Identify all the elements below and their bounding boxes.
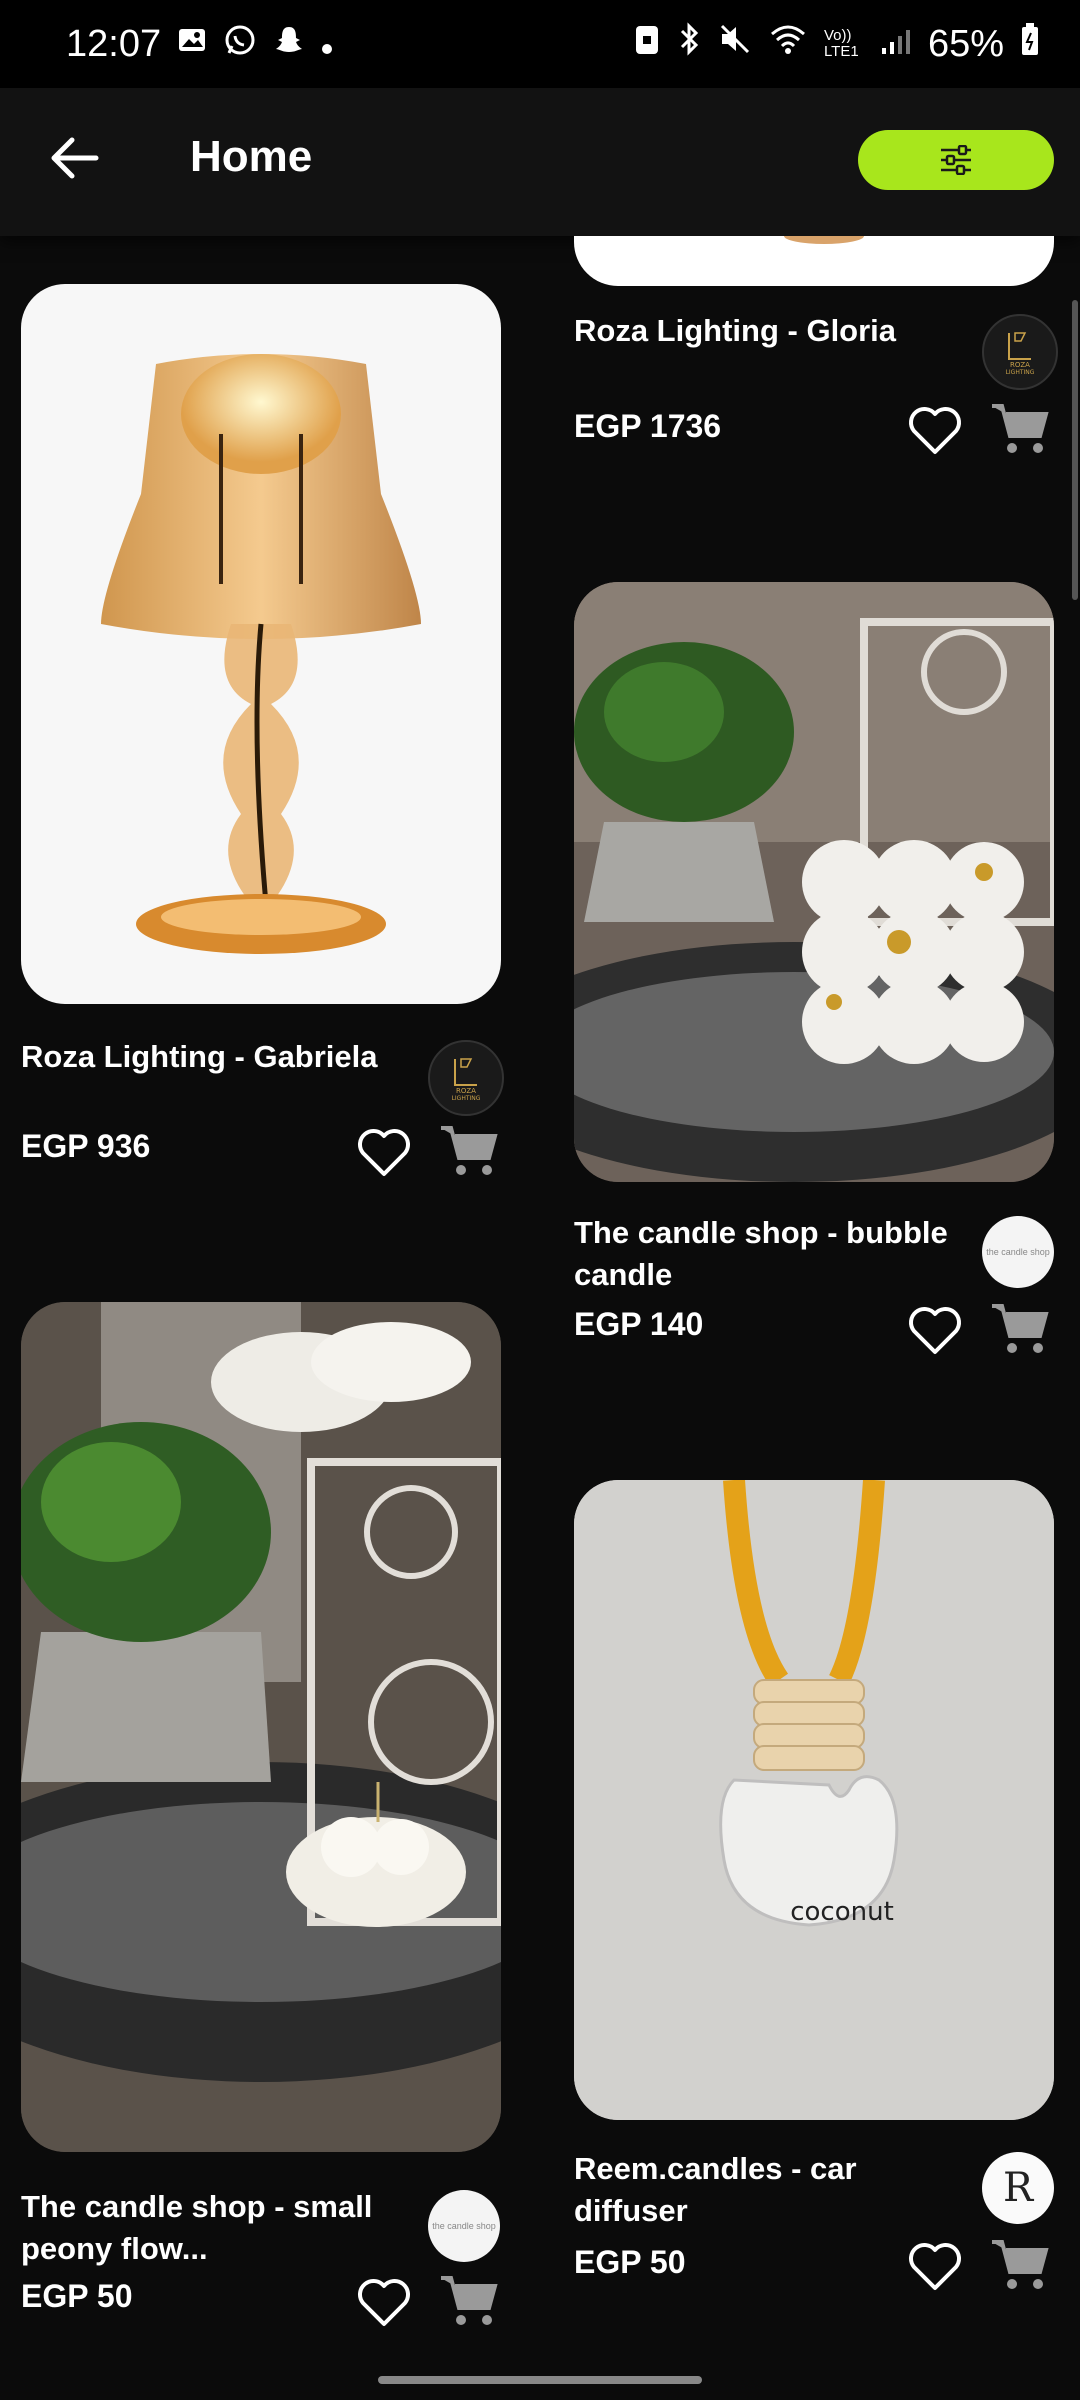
- favorite-button[interactable]: [906, 1304, 964, 1356]
- product-card[interactable]: Roza Lighting - Gabriela ROZA LIGHTING EG…: [21, 284, 504, 1176]
- back-button[interactable]: [44, 126, 108, 190]
- snapchat-icon: [273, 24, 305, 64]
- heart-icon: [358, 1129, 410, 1176]
- svg-text:LIGHTING: LIGHTING: [1006, 369, 1035, 376]
- status-time: 12:07: [66, 22, 162, 65]
- seller-avatar[interactable]: R: [982, 2152, 1054, 2224]
- product-name[interactable]: The candle shop - bubble candle: [574, 1212, 954, 1296]
- mute-icon: [718, 22, 752, 66]
- cart-icon: [992, 404, 1049, 453]
- product-card[interactable]: The candle shop - small peony flow... th…: [21, 1302, 501, 2326]
- add-to-cart-button[interactable]: [988, 398, 1050, 460]
- seller-avatar[interactable]: the candle shop: [982, 1216, 1054, 1288]
- favorite-button[interactable]: [355, 2276, 413, 2328]
- product-card[interactable]: coconut Reem.candles - car diffuser R EG…: [574, 1480, 1054, 2290]
- cart-icon: [992, 2240, 1049, 2289]
- wifi-icon: [768, 22, 808, 66]
- svg-text:ROZA: ROZA: [456, 1087, 476, 1095]
- product-price: EGP 50: [574, 2244, 686, 2280]
- filter-button[interactable]: [858, 130, 1054, 190]
- sliders-icon: [941, 145, 971, 175]
- app-bar: Home: [0, 88, 1080, 236]
- seller-logo-text: the candle shop: [986, 1247, 1050, 1257]
- product-image[interactable]: [21, 1302, 501, 2152]
- lock-battery-icon: [634, 22, 660, 66]
- product-price: EGP 140: [574, 1306, 704, 1342]
- heart-icon: [909, 407, 961, 454]
- page-title: Home: [190, 132, 313, 181]
- product-name[interactable]: The candle shop - small peony flow...: [21, 2186, 401, 2270]
- heart-icon: [358, 2279, 410, 2326]
- product-grid[interactable]: Roza Lighting - Gloria ROZA LIGHTING EGP …: [0, 236, 1080, 2400]
- battery-percent: 65%: [927, 22, 1004, 65]
- signal-icon: [880, 23, 912, 66]
- product-card[interactable]: The candle shop - bubble candle the cand…: [574, 582, 1054, 1354]
- cart-icon: [992, 1304, 1049, 1353]
- product-price: EGP 1736: [574, 408, 722, 444]
- seller-logo-letter: R: [1002, 2165, 1034, 2211]
- volte-icon: Vo)) LTE1: [823, 27, 859, 60]
- whatsapp-icon: [223, 23, 257, 65]
- add-to-cart-button[interactable]: [437, 1120, 499, 1182]
- home-indicator[interactable]: [378, 2376, 702, 2384]
- heart-icon: [909, 1307, 961, 1354]
- product-image[interactable]: [574, 236, 1054, 286]
- heart-icon: [909, 2243, 961, 2290]
- favorite-button[interactable]: [906, 2240, 964, 2292]
- product-price: EGP 50: [21, 2278, 133, 2314]
- gallery-icon: [177, 25, 207, 63]
- product-name[interactable]: Roza Lighting - Gloria: [574, 310, 954, 352]
- svg-text:ROZA: ROZA: [1010, 361, 1030, 369]
- product-card[interactable]: Roza Lighting - Gloria ROZA LIGHTING EGP …: [574, 236, 1058, 536]
- scrollbar[interactable]: [1072, 300, 1078, 600]
- favorite-button[interactable]: [906, 404, 964, 456]
- add-to-cart-button[interactable]: [437, 2270, 499, 2332]
- battery-icon: [1020, 22, 1040, 66]
- back-arrow-icon: [51, 137, 99, 179]
- product-image[interactable]: [21, 284, 501, 1004]
- add-to-cart-button[interactable]: [988, 1298, 1050, 1360]
- add-to-cart-button[interactable]: [988, 2234, 1050, 2296]
- dot-icon: [321, 26, 333, 63]
- seller-avatar[interactable]: the candle shop: [428, 2190, 500, 2262]
- cart-icon: [441, 2276, 498, 2325]
- product-name[interactable]: Roza Lighting - Gabriela: [21, 1036, 401, 1078]
- cart-icon: [441, 1126, 498, 1175]
- svg-text:LIGHTING: LIGHTING: [452, 1095, 481, 1102]
- seller-logo-text: the candle shop: [432, 2221, 496, 2231]
- product-image[interactable]: coconut: [574, 1480, 1054, 2120]
- status-right: Vo)) LTE1 65%: [634, 22, 1040, 66]
- status-left: 12:07: [66, 23, 333, 66]
- seller-avatar[interactable]: ROZA LIGHTING: [428, 1040, 504, 1116]
- bluetooth-icon: [676, 22, 702, 66]
- product-name[interactable]: Reem.candles - car diffuser: [574, 2148, 954, 2232]
- product-image[interactable]: [574, 582, 1054, 1182]
- favorite-button[interactable]: [355, 1126, 413, 1178]
- diffuser-label: coconut: [790, 1897, 894, 1927]
- status-bar: 12:07 Vo)) LTE1 65%: [0, 0, 1080, 88]
- product-price: EGP 936: [21, 1128, 151, 1164]
- seller-avatar[interactable]: ROZA LIGHTING: [982, 314, 1058, 390]
